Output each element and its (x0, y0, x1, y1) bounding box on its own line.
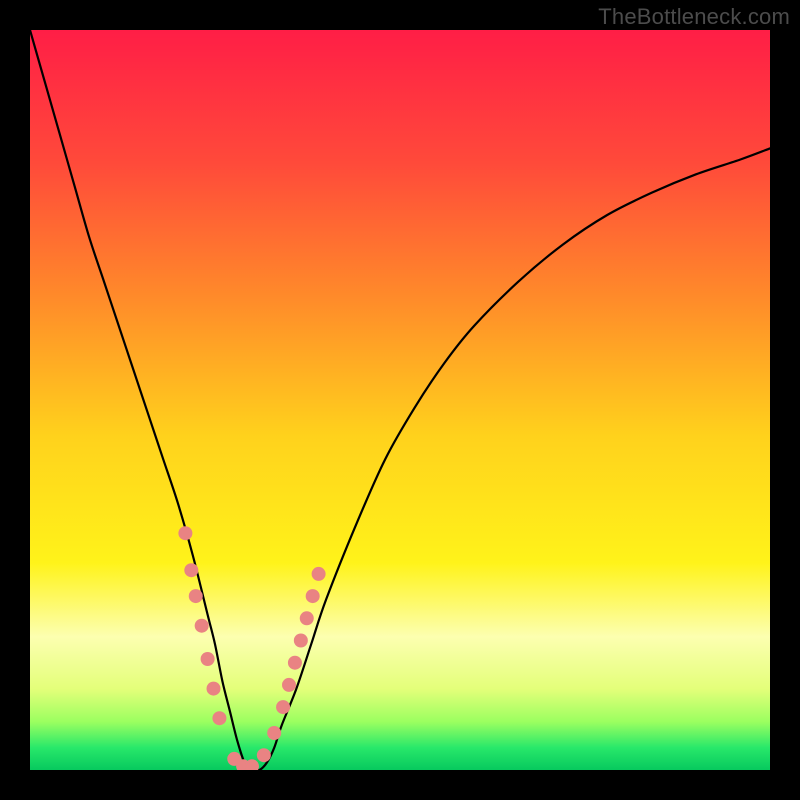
marker-point (212, 711, 226, 725)
marker-point (189, 589, 203, 603)
marker-point (207, 682, 221, 696)
marker-point (312, 567, 326, 581)
marker-point (257, 748, 271, 762)
marker-point (184, 563, 198, 577)
marker-point (300, 611, 314, 625)
marker-point (282, 678, 296, 692)
watermark-text: TheBottleneck.com (598, 4, 790, 30)
marker-point (288, 656, 302, 670)
plot-area (30, 30, 770, 770)
marker-point (201, 652, 215, 666)
marker-point (294, 634, 308, 648)
marker-point (267, 726, 281, 740)
gradient-background (30, 30, 770, 770)
marker-point (276, 700, 290, 714)
marker-point (178, 526, 192, 540)
marker-point (195, 619, 209, 633)
marker-point (306, 589, 320, 603)
chart-frame: TheBottleneck.com (0, 0, 800, 800)
chart-svg (30, 30, 770, 770)
